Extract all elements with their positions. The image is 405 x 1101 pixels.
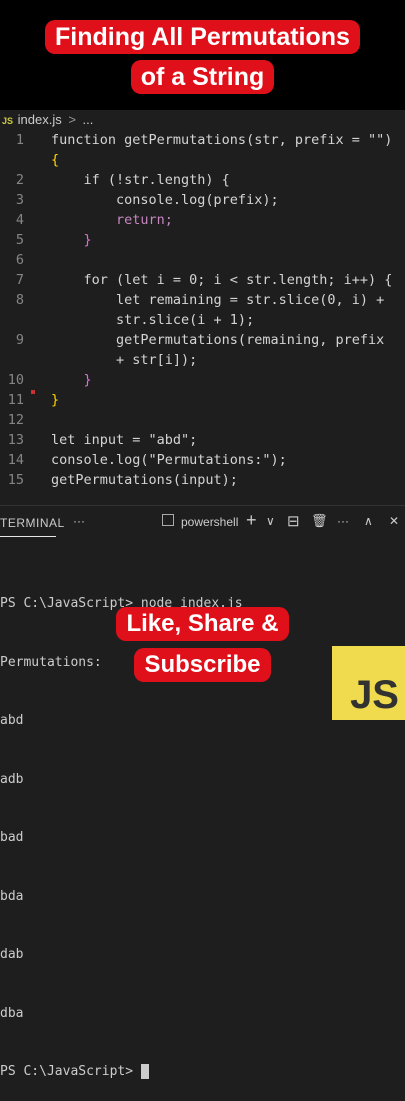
line-number: 1 — [15, 132, 24, 148]
line-number: 8 — [15, 292, 24, 308]
code-line[interactable]: getPermutations(remaining, prefix — [51, 330, 384, 350]
breadcrumb-chevron-icon: > — [68, 112, 76, 127]
code-line[interactable]: if (!str.length) { — [51, 170, 230, 190]
breadcrumb: JS index.js > ... — [0, 110, 405, 130]
title-line-1-wrap: Finding All Permutations — [0, 20, 405, 54]
code-line[interactable]: } — [51, 230, 92, 250]
split-terminal-icon[interactable]: ⊟ — [287, 512, 300, 530]
breadcrumb-more[interactable]: ... — [83, 112, 94, 127]
code-line[interactable]: for (let i = 0; i < str.length; i++) { — [51, 270, 393, 290]
line-number: 4 — [15, 212, 24, 228]
terminal-prompt: PS C:\JavaScript> — [0, 1064, 141, 1079]
title-banner-area: Finding All Permutations of a String — [0, 0, 405, 110]
line-number: 10 — [7, 372, 24, 388]
title-line-1: Finding All Permutations — [45, 20, 360, 54]
code-line[interactable]: console.log("Permutations:"); — [51, 450, 287, 470]
title-line-2: of a String — [130, 60, 275, 94]
line-number: 3 — [15, 192, 24, 208]
code-line[interactable]: let input = "abd"; — [51, 430, 197, 450]
cta-line-1-wrap: Like, Share & — [0, 607, 405, 641]
line-number: 6 — [15, 252, 24, 268]
new-terminal-plus-icon[interactable]: + — [246, 510, 257, 531]
cta-line-2: Subscribe — [134, 648, 271, 682]
more-tabs-icon[interactable]: ··· — [73, 514, 85, 528]
tab-terminal[interactable]: TERMINAL — [0, 516, 65, 530]
code-line[interactable]: } — [51, 370, 92, 390]
code-line[interactable]: return; — [51, 210, 173, 230]
terminal-line: dba — [0, 1005, 24, 1021]
title-line-2-wrap: of a String — [0, 60, 405, 94]
close-panel-icon[interactable]: ✕ — [389, 514, 399, 528]
line-number: 2 — [15, 172, 24, 188]
line-number: 9 — [15, 332, 24, 348]
terminal-prompt-line[interactable]: PS C:\JavaScript> — [0, 1062, 405, 1082]
powershell-icon — [162, 514, 174, 526]
cta-line-1: Like, Share & — [116, 607, 289, 641]
line-number: 7 — [15, 272, 24, 288]
terminal-line: bad — [0, 830, 24, 845]
terminal-line: bda — [0, 888, 24, 904]
terminal-line: dab — [0, 947, 24, 962]
code-editor[interactable]: 1 2 3 4 5 6 7 8 9 10 11 13 14 15 12 func… — [0, 130, 405, 500]
code-line[interactable]: console.log(prefix); — [51, 190, 279, 210]
code-line[interactable]: str.slice(i + 1); — [51, 310, 254, 330]
breadcrumb-file[interactable]: index.js — [18, 112, 62, 127]
active-tab-indicator — [0, 536, 56, 537]
line-number: 13 — [7, 432, 24, 448]
js-file-icon: JS — [2, 116, 14, 126]
terminal-panel-header: TERMINAL ··· powershell + ∨ ⊟ 🗑 ··· ∧ ✕ — [0, 505, 405, 541]
chevron-down-icon[interactable]: ∨ — [266, 514, 275, 528]
code-line[interactable]: + str[i]); — [51, 350, 197, 370]
code-line[interactable]: getPermutations(input); — [51, 470, 238, 490]
more-actions-icon[interactable]: ··· — [337, 514, 349, 528]
code-line[interactable]: let remaining = str.slice(0, i) + — [51, 290, 384, 310]
line-number: 12 — [7, 412, 24, 428]
terminal-line: adb — [0, 771, 24, 787]
js-logo-text: JS — [350, 673, 399, 717]
line-number: 15 — [7, 472, 24, 488]
code-line[interactable]: { — [51, 150, 59, 170]
terminal-cursor — [140, 1064, 149, 1079]
breakpoint-marker-icon — [31, 390, 35, 394]
code-line[interactable]: function getPermutations(str, prefix = "… — [51, 130, 392, 150]
js-logo: JS — [332, 646, 405, 720]
trash-icon[interactable]: 🗑 — [311, 513, 328, 529]
maximize-panel-icon[interactable]: ∧ — [364, 514, 373, 528]
shell-label[interactable]: powershell — [181, 515, 238, 529]
line-number: 14 — [7, 452, 24, 468]
code-line[interactable]: } — [51, 390, 59, 410]
line-number: 5 — [15, 232, 24, 248]
line-number: 11 — [7, 392, 24, 408]
